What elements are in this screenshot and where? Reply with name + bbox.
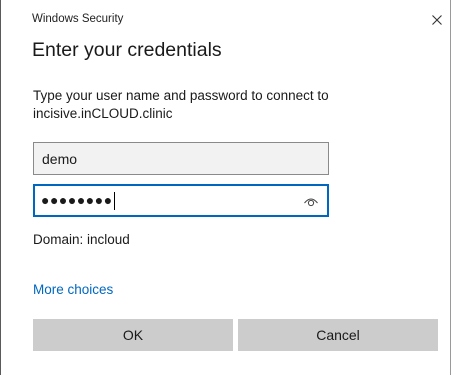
cancel-button[interactable]: Cancel	[238, 319, 438, 351]
dialog-heading: Enter your credentials	[32, 39, 222, 61]
credentials-dialog: Windows Security Enter your credentials …	[0, 0, 451, 375]
reveal-password-button[interactable]	[303, 194, 319, 208]
username-field[interactable]: demo	[33, 142, 329, 175]
more-choices-link[interactable]: More choices	[33, 282, 113, 297]
ok-button[interactable]: OK	[33, 319, 233, 351]
close-button[interactable]	[424, 8, 450, 32]
eye-icon	[304, 198, 318, 207]
password-field[interactable]: ●●●●●●●●	[33, 184, 329, 217]
title-bar: Windows Security	[1, 0, 450, 36]
message-line-2: incisive.inCLOUD.clinic	[33, 106, 173, 121]
password-masked-value: ●●●●●●●●	[41, 192, 113, 208]
text-caret	[114, 192, 115, 210]
dialog-message: Type your user name and password to conn…	[33, 87, 433, 123]
close-icon	[432, 15, 442, 25]
domain-label: Domain: incloud	[33, 232, 130, 247]
message-line-1: Type your user name and password to conn…	[33, 88, 329, 103]
window-title: Windows Security	[32, 13, 124, 25]
username-value: demo	[42, 151, 78, 167]
